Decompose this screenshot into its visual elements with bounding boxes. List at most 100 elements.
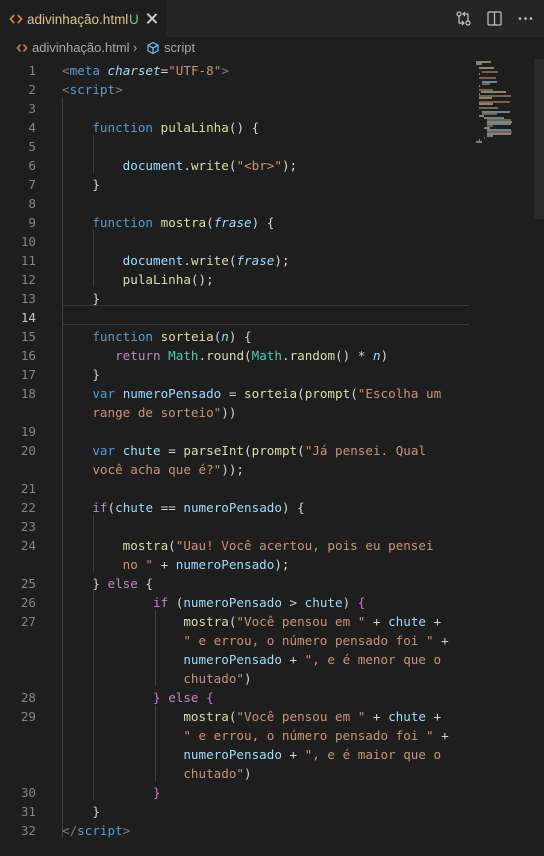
source-control-compare-icon[interactable] <box>455 10 472 27</box>
code-line[interactable]: 14 <box>0 308 470 327</box>
html-file-icon <box>16 43 28 53</box>
minimap-line <box>476 63 482 65</box>
code-line[interactable]: numeroPensado + ", e é menor que o <box>0 650 470 669</box>
line-number: 8 <box>28 196 36 211</box>
code-editor[interactable]: 1 <meta charset="UTF-8"> 2 <script> 3 4 funct… <box>0 59 470 856</box>
code-line[interactable]: 21 <box>0 479 470 498</box>
split-editor-icon[interactable] <box>486 10 503 27</box>
breadcrumb-separator: › <box>133 40 138 55</box>
code-text: mostra("Você pensou em " + chute + <box>183 614 442 629</box>
code-line[interactable]: 7 } <box>0 175 470 194</box>
code-line[interactable]: 15 function sorteia(n) { <box>0 327 470 346</box>
code-line[interactable]: 27 mostra("Você pensou em " + chute + <box>0 612 470 631</box>
code-text: numeroPensado + ", e é maior que o <box>183 747 442 762</box>
code-line[interactable]: chutado") <box>0 764 470 783</box>
code-text: if (numeroPensado > chute) { <box>153 595 366 610</box>
code-line[interactable]: 6 document.write("<br>"); <box>0 156 470 175</box>
code-text: } <box>62 367 100 382</box>
code-text: pulaLinha(); <box>122 272 214 287</box>
scrollbar-thumb[interactable] <box>534 59 544 219</box>
line-number: 16 <box>20 348 36 363</box>
code-line[interactable]: 19 <box>0 422 470 441</box>
code-line[interactable]: 12 pulaLinha(); <box>0 270 470 289</box>
code-line[interactable]: 10 <box>0 232 470 251</box>
line-number: 29 <box>20 709 36 724</box>
code-line[interactable]: você acha que é?")); <box>0 460 470 479</box>
code-text: mostra("Você pensou em " + chute + <box>183 709 442 724</box>
line-number: 1 <box>28 63 36 78</box>
code-line[interactable]: 3 <box>0 99 470 118</box>
line-number: 20 <box>20 443 36 458</box>
git-status-badge: U <box>129 12 139 27</box>
code-line[interactable]: 22 if(chute == numeroPensado) { <box>0 498 470 517</box>
code-line[interactable]: 11 document.write(frase); <box>0 251 470 270</box>
line-number: 11 <box>20 253 36 268</box>
code-line[interactable]: numeroPensado + ", e é maior que o <box>0 745 470 764</box>
code-text: function pulaLinha() { <box>92 120 260 135</box>
minimap-line <box>481 83 490 85</box>
code-text: " e errou, o número pensado foi " + <box>183 633 449 648</box>
minimap-line <box>487 135 494 137</box>
code-text: document.write("<br>"); <box>122 158 298 173</box>
code-text: } <box>153 785 161 800</box>
code-text: var numeroPensado = sorteia(prompt("Esco… <box>92 386 442 401</box>
code-line[interactable]: 31 } <box>0 802 470 821</box>
minimap-line <box>484 137 486 139</box>
minimap-line <box>481 71 498 73</box>
close-icon[interactable] <box>145 12 159 26</box>
code-line[interactable]: 23 <box>0 517 470 536</box>
code-text: } <box>62 291 100 306</box>
editor-actions <box>455 10 534 28</box>
minimap-line <box>478 103 493 105</box>
code-line[interactable]: 13 } <box>0 289 470 308</box>
code-line[interactable]: 29 mostra("Você pensou em " + chute + <box>0 707 470 726</box>
line-number: 4 <box>28 120 36 135</box>
breadcrumb-file[interactable]: adivinhação.html <box>32 40 130 55</box>
code-line[interactable]: 25 } else { <box>0 574 470 593</box>
code-line[interactable]: 5 <box>0 137 470 156</box>
line-number: 13 <box>20 291 36 306</box>
code-line[interactable]: chutado") <box>0 669 470 688</box>
symbol-brace-icon <box>147 41 159 55</box>
code-line[interactable]: 9 function mostra(frase) { <box>0 213 470 232</box>
line-number: 14 <box>20 310 36 325</box>
code-line[interactable]: 30 } <box>0 783 470 802</box>
code-text: var chute = parseInt(prompt("Já pensei. … <box>92 443 427 458</box>
line-number: 25 <box>20 576 36 591</box>
more-actions-icon[interactable] <box>517 10 534 27</box>
code-line[interactable]: 32 </script> <box>0 821 470 840</box>
code-text: document.write(frase); <box>122 253 290 268</box>
code-line[interactable]: " e errou, o número pensado foi " + <box>0 726 470 745</box>
code-text: no " + numeroPensado); <box>122 557 290 572</box>
breadcrumb-symbol[interactable]: script <box>164 40 195 55</box>
code-text: } else { <box>62 576 154 591</box>
line-number: 23 <box>20 519 36 534</box>
code-line[interactable]: 26 if (numeroPensado > chute) { <box>0 593 470 612</box>
code-text: chutado") <box>183 671 252 686</box>
code-line[interactable]: range de sorteio")) <box>0 403 470 422</box>
code-line[interactable]: 24 mostra("Uau! Você acertou, pois eu pe… <box>0 536 470 555</box>
code-text: if(chute == numeroPensado) { <box>92 500 305 515</box>
minimap[interactable] <box>470 59 544 856</box>
line-number: 5 <box>28 139 36 154</box>
code-line[interactable]: 20 var chute = parseInt(prompt("Já pense… <box>0 441 470 460</box>
line-number: 27 <box>20 614 36 629</box>
code-text: " e errou, o número pensado foi " + <box>183 728 449 743</box>
code-line[interactable]: 17 } <box>0 365 470 384</box>
code-line[interactable]: 1 <meta charset="UTF-8"> <box>0 61 470 80</box>
code-line[interactable]: 16 return Math.round(Math.random() * n) <box>0 346 470 365</box>
line-number: 3 <box>28 101 36 116</box>
code-text: } else { <box>153 690 214 705</box>
code-line[interactable]: no " + numeroPensado); <box>0 555 470 574</box>
code-line[interactable]: 2 <script> <box>0 80 470 99</box>
code-line[interactable]: 8 <box>0 194 470 213</box>
code-line[interactable]: 18 var numeroPensado = sorteia(prompt("E… <box>0 384 470 403</box>
code-text: mostra("Uau! Você acertou, pois eu pense… <box>122 538 434 553</box>
line-number: 6 <box>28 158 36 173</box>
line-number: 31 <box>20 804 36 819</box>
code-line[interactable]: 28 } else { <box>0 688 470 707</box>
line-number: 15 <box>20 329 36 344</box>
code-line[interactable]: 4 function pulaLinha() { <box>0 118 470 137</box>
editor-tab[interactable]: adivinhação.html U <box>0 0 166 37</box>
code-line[interactable]: " e errou, o número pensado foi " + <box>0 631 470 650</box>
